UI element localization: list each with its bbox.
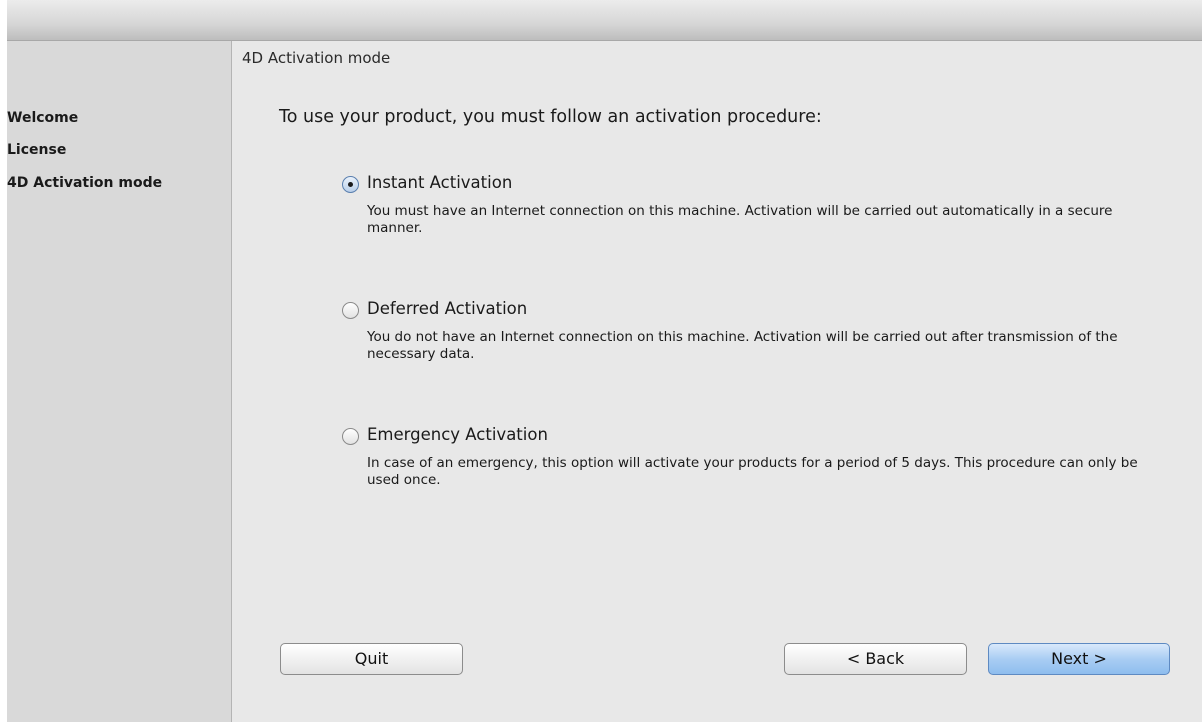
instant-activation-description: You must have an Internet connection on … <box>367 203 1113 236</box>
emergency-activation-description: In case of an emergency, this option wil… <box>367 455 1138 488</box>
deferred-activation-label[interactable]: Deferred Activation <box>367 299 527 318</box>
activation-window: Welcome License 4D Activation mode 4D Ac… <box>7 0 1202 722</box>
next-button[interactable]: Next > <box>988 643 1170 675</box>
deferred-activation-description: You do not have an Internet connection o… <box>367 329 1118 362</box>
instructions-text: To use your product, you must follow an … <box>279 107 822 127</box>
emergency-activation-label[interactable]: Emergency Activation <box>367 425 548 444</box>
radio-selected-dot <box>348 182 353 187</box>
page-title: 4D Activation mode <box>242 49 391 67</box>
sidebar-item-welcome: Welcome <box>7 110 79 126</box>
sidebar-item-license: License <box>7 142 67 158</box>
main-content: 4D Activation mode To use your product, … <box>232 41 1202 722</box>
back-button[interactable]: < Back <box>784 643 967 675</box>
quit-button[interactable]: Quit <box>280 643 463 675</box>
instant-activation-radio[interactable] <box>342 176 359 193</box>
title-bar[interactable] <box>7 0 1202 41</box>
deferred-activation-radio[interactable] <box>342 302 359 319</box>
emergency-activation-radio[interactable] <box>342 428 359 445</box>
sidebar: Welcome License 4D Activation mode <box>7 41 232 722</box>
instant-activation-label[interactable]: Instant Activation <box>367 173 512 192</box>
sidebar-item-activation-mode: 4D Activation mode <box>7 175 163 191</box>
